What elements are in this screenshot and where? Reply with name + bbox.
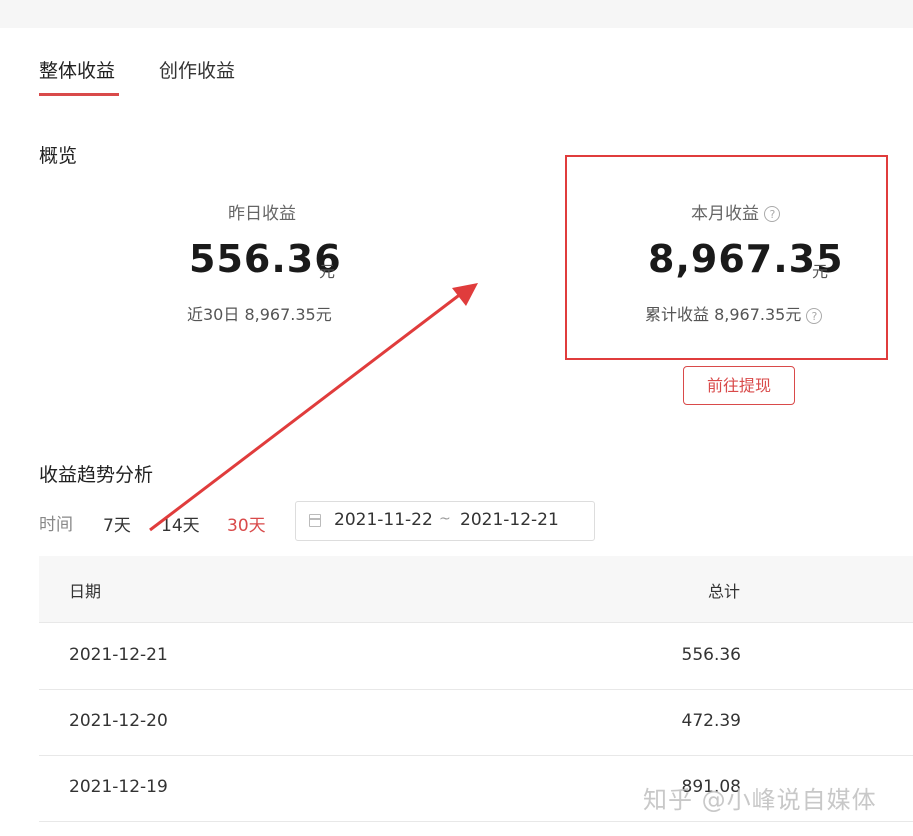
cumulative-income-text: 累计收益 8,967.35元 (645, 305, 802, 324)
watermark: 知乎 @小峰说自媒体 (643, 786, 877, 814)
arrow-shaft (149, 291, 463, 532)
range-7-days[interactable]: 7天 (103, 511, 131, 536)
date-range-picker[interactable]: 2021-11-22 ~ 2021-12-21 (295, 501, 595, 541)
month-income-label-text: 本月收益 (691, 204, 759, 224)
top-bar (0, 0, 913, 28)
row-date: 2021-12-19 (69, 777, 168, 797)
active-tab-indicator (39, 93, 119, 96)
row-total: 472.39 (681, 711, 741, 731)
range-30-days[interactable]: 30天 (227, 511, 266, 536)
trend-title: 收益趋势分析 (39, 464, 154, 486)
yesterday-income-label: 昨日收益 (228, 204, 296, 224)
time-filter-label: 时间 (39, 515, 73, 535)
month-income-label: 本月收益 ? (691, 199, 781, 224)
cumulative-income: 累计收益 8,967.35元 ? (645, 301, 823, 325)
column-header-total: 总计 (708, 582, 741, 601)
table-header: 日期 总计 (39, 556, 913, 623)
month-income-unit: 元 (812, 262, 829, 281)
row-total: 556.36 (681, 645, 741, 665)
date-start: 2021-11-22 (334, 510, 433, 530)
yesterday-income-unit: 元 (319, 262, 336, 281)
overview-title: 概览 (39, 145, 78, 167)
help-icon[interactable]: ? (764, 206, 781, 222)
last-30-days-income: 近30日 8,967.35元 (187, 305, 332, 324)
row-date: 2021-12-20 (69, 711, 168, 731)
table-row: 2021-12-20 472.39 (39, 689, 913, 756)
row-date: 2021-12-21 (69, 645, 168, 665)
date-separator: ~ (439, 511, 451, 527)
tab-creation-income[interactable]: 创作收益 (159, 56, 235, 83)
help-icon[interactable]: ? (806, 307, 823, 324)
arrow-head (452, 283, 478, 306)
withdraw-button[interactable]: 前往提现 (683, 366, 795, 405)
date-end: 2021-12-21 (460, 510, 559, 530)
range-14-days[interactable]: 14天 (161, 511, 200, 536)
tab-overall-income[interactable]: 整体收益 (39, 56, 115, 83)
calendar-icon (309, 514, 321, 527)
column-header-date: 日期 (69, 582, 102, 601)
table-row: 2021-12-21 556.36 (39, 623, 913, 690)
